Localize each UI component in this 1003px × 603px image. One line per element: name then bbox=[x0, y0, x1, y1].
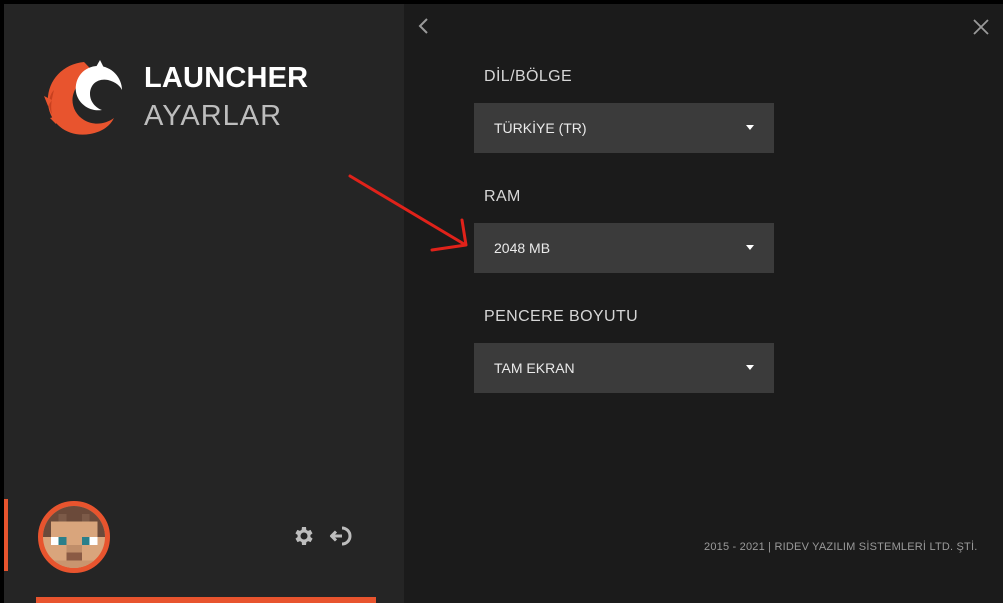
back-chevron-icon[interactable] bbox=[416, 16, 432, 36]
settings-panel: DİL/BÖLGE TÜRKİYE (TR) RAM 2048 MB PENCE… bbox=[404, 4, 1003, 603]
active-indicator bbox=[4, 499, 8, 571]
app-title: LAUNCHER bbox=[144, 62, 309, 94]
language-select[interactable]: TÜRKİYE (TR) bbox=[474, 103, 774, 153]
sidebar: LAUNCHER AYARLAR bbox=[4, 4, 404, 603]
ram-select[interactable]: 2048 MB bbox=[474, 223, 774, 273]
app-subtitle: AYARLAR bbox=[144, 100, 283, 132]
bottom-accent-bar bbox=[36, 597, 376, 603]
language-label: DİL/BÖLGE bbox=[484, 68, 573, 85]
chevron-down-icon bbox=[746, 125, 754, 130]
chevron-down-icon bbox=[746, 245, 754, 250]
language-select-value: TÜRKİYE (TR) bbox=[494, 120, 587, 136]
ram-select-value: 2048 MB bbox=[494, 240, 551, 256]
window-size-select-value: TAM EKRAN bbox=[494, 360, 575, 376]
gear-icon[interactable] bbox=[292, 524, 316, 548]
window-size-select[interactable]: TAM EKRAN bbox=[474, 343, 774, 393]
avatar[interactable] bbox=[38, 501, 110, 573]
ram-label: RAM bbox=[484, 188, 521, 205]
window-size-label: PENCERE BOYUTU bbox=[484, 308, 639, 325]
logout-icon[interactable] bbox=[328, 524, 352, 548]
launcher-window: LAUNCHER AYARLAR DİL/BÖLGE TÜRKİYE (TR) … bbox=[4, 4, 1003, 603]
copyright-text: 2015 - 2021 | RIDEV YAZILIM SİSTEMLERİ L… bbox=[704, 541, 978, 553]
launcher-logo-icon bbox=[40, 56, 124, 140]
close-icon[interactable] bbox=[972, 18, 990, 36]
chevron-down-icon bbox=[746, 365, 754, 370]
